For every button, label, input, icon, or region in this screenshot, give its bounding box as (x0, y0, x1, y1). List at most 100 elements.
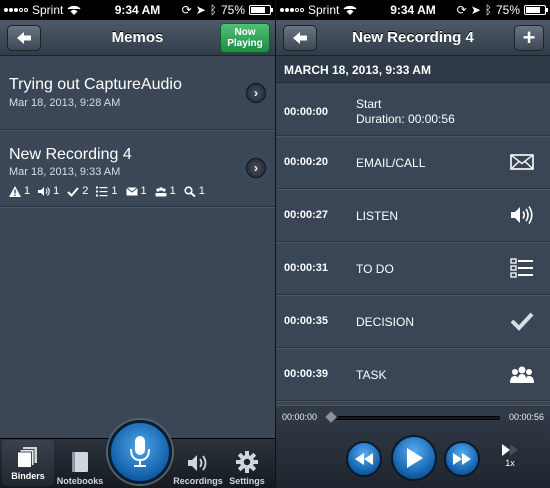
location-icon: ➤ (195, 3, 206, 17)
speed-icon (502, 444, 518, 456)
status-right: ⟳ ➤ ᛒ 75% (181, 3, 273, 17)
status-bar: Sprint 9:34 AM ⟳ ➤ ᛒ 75% (0, 0, 275, 20)
todo-list-icon (510, 258, 533, 278)
event-label: Start Duration: 00:00:56 (356, 97, 455, 127)
event-row[interactable]: 00:00:20 EMAIL/CALL (276, 136, 550, 189)
event-row[interactable]: 00:00:00 Start Duration: 00:00:56 (276, 83, 550, 136)
todo-list-icon (96, 186, 108, 196)
record-button[interactable] (108, 420, 172, 484)
listen-count: 1 (38, 185, 59, 197)
event-row[interactable]: 00:00:35 DECISION (276, 295, 550, 348)
speaker-icon (511, 206, 533, 224)
lock-rotation-icon: ⟳ (181, 3, 192, 17)
battery-icon (524, 5, 548, 15)
tab-label: Settings (229, 476, 265, 486)
location-icon: ➤ (470, 3, 481, 17)
audio-player: 00:00:00 00:00:56 1x (276, 405, 550, 488)
event-duration: Duration: 00:00:56 (356, 112, 455, 126)
email-count: 1 (125, 185, 147, 197)
speaker-icon (188, 455, 207, 471)
fast-forward-button[interactable] (444, 441, 480, 477)
play-button[interactable] (391, 435, 437, 481)
tab-binders[interactable]: Binders (2, 440, 54, 486)
battery-percent: 75% (220, 3, 245, 17)
people-icon (155, 186, 167, 196)
total-time: 00:00:56 (508, 412, 544, 422)
chevron-right-icon[interactable]: › (246, 158, 266, 178)
count-value: 1 (24, 185, 31, 197)
recording-date-header: MARCH 18, 2013, 9:33 AM (276, 56, 550, 83)
now-playing-button[interactable]: Now Playing (220, 23, 270, 53)
rewind-icon (355, 453, 373, 465)
todo-count: 1 (96, 185, 118, 197)
status-bar: Sprint 9:34 AM ⟳ ➤ ᛒ 75% (276, 0, 550, 20)
memo-date: Mar 18, 2013, 9:33 AM (9, 166, 121, 178)
envelope-icon (125, 186, 138, 195)
battery-percent: 75% (495, 3, 520, 17)
tab-settings[interactable]: Settings (221, 451, 273, 486)
microphone-icon (130, 436, 150, 467)
memos-screen: Sprint 9:34 AM ⟳ ➤ ᛒ 75% Memos Now Playi… (0, 0, 275, 488)
magnifier-icon (184, 185, 196, 197)
bluetooth-icon: ᛒ (209, 3, 217, 17)
memo-date: Mar 18, 2013, 9:28 AM (9, 97, 121, 109)
event-time: 00:00:39 (284, 368, 329, 380)
event-time: 00:00:27 (284, 209, 329, 221)
event-time: 00:00:35 (284, 315, 329, 327)
checkmark-icon (510, 312, 534, 331)
memo-list-item[interactable]: New Recording 4 Mar 18, 2013, 9:33 AM › … (0, 130, 275, 207)
decision-count: 2 (67, 185, 88, 197)
checkmark-icon (67, 186, 80, 197)
count-value: 1 (198, 185, 205, 197)
memos-nav-bar: Memos Now Playing (0, 20, 275, 56)
rewind-button[interactable] (346, 441, 382, 477)
warning-count: 1 (9, 185, 30, 197)
chevron-right-icon[interactable]: › (246, 83, 266, 103)
count-value: 1 (111, 185, 118, 197)
bluetooth-icon: ᛒ (484, 3, 492, 17)
count-value: 1 (53, 185, 60, 197)
playback-speed-button[interactable]: 1x (502, 444, 518, 468)
task-count: 1 (155, 185, 176, 197)
warning-icon (9, 185, 21, 197)
tab-label: Recordings (173, 476, 223, 486)
status-right: ⟳ ➤ ᛒ 75% (456, 3, 548, 17)
event-label: EMAIL/CALL (356, 156, 426, 170)
add-button[interactable]: + (514, 25, 544, 51)
event-time: 00:00:00 (284, 106, 329, 118)
event-label: LISTEN (356, 209, 399, 223)
search-count: 1 (184, 185, 205, 197)
event-label: TO DO (356, 262, 394, 276)
event-label: TASK (356, 368, 387, 382)
recording-nav-bar: New Recording 4 + (276, 20, 550, 56)
progress-thumb[interactable] (323, 409, 339, 425)
envelope-icon (510, 154, 534, 170)
binders-icon (17, 447, 37, 468)
gear-icon (236, 451, 258, 473)
tab-recordings[interactable]: Recordings (172, 453, 224, 486)
count-value: 2 (82, 185, 89, 197)
count-value: 1 (169, 185, 176, 197)
event-title: Start (356, 97, 382, 111)
event-row[interactable]: 00:00:27 LISTEN (276, 189, 550, 242)
memo-list-item[interactable]: Trying out CaptureAudio Mar 18, 2013, 9:… (0, 56, 275, 130)
memo-tag-counts: 1 1 2 1 1 1 1 (9, 185, 205, 197)
event-time: 00:00:31 (284, 262, 329, 274)
progress-track[interactable] (328, 416, 500, 420)
elapsed-time: 00:00:00 (282, 412, 318, 422)
tab-notebooks[interactable]: Notebooks (54, 445, 106, 486)
notebook-icon (72, 452, 88, 472)
page-title: New Recording 4 (352, 29, 474, 46)
memo-title: New Recording 4 (9, 146, 132, 163)
event-row[interactable]: 00:00:39 TASK (276, 348, 550, 401)
event-row[interactable]: 00:00:31 TO DO (276, 242, 550, 295)
fast-forward-icon (453, 453, 471, 465)
event-time: 00:00:20 (284, 156, 329, 168)
recording-detail-screen: Sprint 9:34 AM ⟳ ➤ ᛒ 75% New Recording 4… (276, 0, 550, 488)
speed-label: 1x (505, 458, 515, 468)
tab-label: Binders (11, 471, 45, 481)
count-value: 1 (140, 185, 147, 197)
lock-rotation-icon: ⟳ (456, 3, 467, 17)
people-icon (510, 366, 534, 383)
tab-label: Notebooks (56, 476, 104, 486)
